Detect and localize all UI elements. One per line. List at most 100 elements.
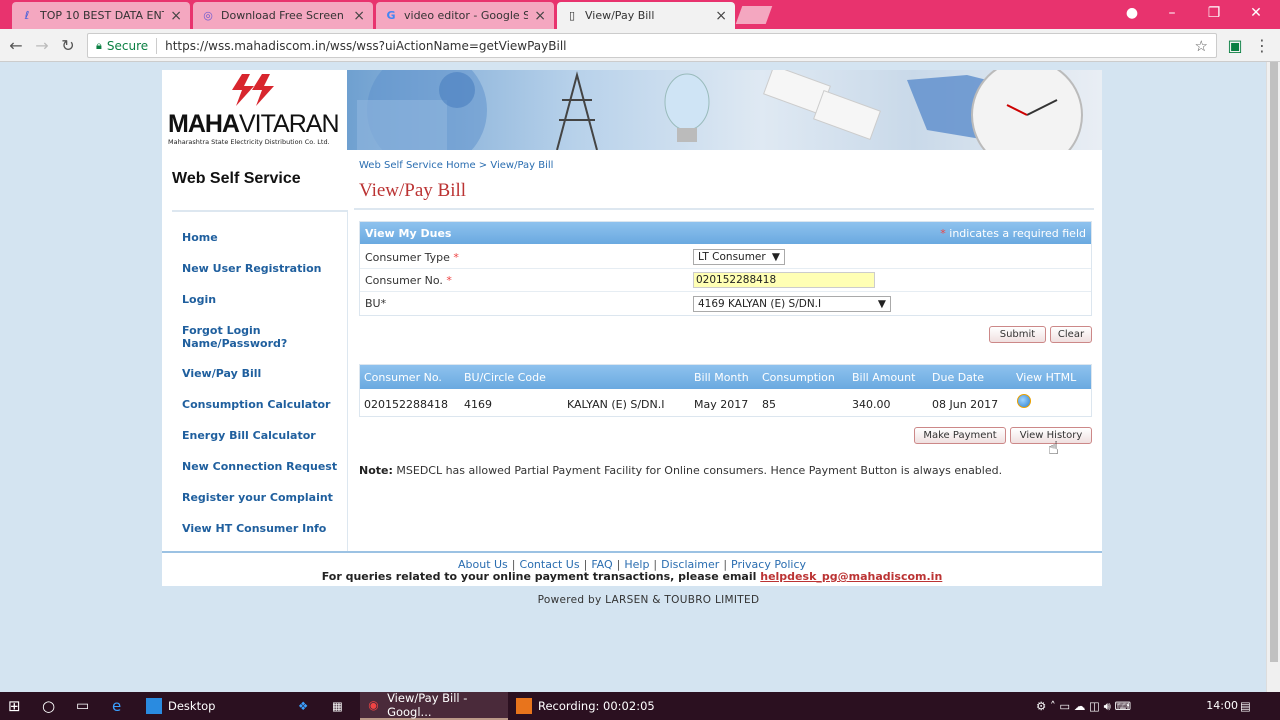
email-link[interactable]: helpdesk_pg@mahadiscom.in [760, 570, 942, 583]
tab-download[interactable]: ◎ Download Free Screen R × [193, 2, 373, 29]
col-due-date: Due Date [932, 371, 984, 384]
recorder-icon [516, 698, 532, 714]
consumer-no-label: Consumer No. * [365, 273, 452, 287]
close-window-button[interactable]: ✕ [1236, 0, 1276, 26]
desktop-icon [146, 698, 162, 714]
sidebar-item-view-pay-bill[interactable]: View/Pay Bill [182, 367, 261, 380]
cell-bill-amount: 340.00 [852, 398, 891, 411]
restore-button[interactable]: ❐ [1194, 0, 1234, 26]
page-title: View/Pay Bill [359, 180, 467, 201]
star-icon[interactable]: ☆ [1195, 37, 1208, 55]
reload-icon[interactable]: ↻ [58, 35, 78, 55]
view-my-dues-panel: View My Dues * indicates a required fiel… [359, 221, 1092, 316]
close-icon[interactable]: × [715, 8, 727, 24]
cell-bu-name: KALYAN (E) S/DN.I [567, 398, 665, 411]
bu-row: BU* 4169 KALYAN (E) S/DN.I ▼ [360, 292, 1091, 315]
sidebar-item-energy-bill-calculator[interactable]: Energy Bill Calculator [182, 429, 316, 442]
sidebar: Home New User Registration Login Forgot … [172, 210, 348, 551]
taskbar-desktop[interactable]: Desktop [140, 692, 290, 720]
scrollbar[interactable] [1266, 62, 1280, 692]
tab-title: View/Pay Bill [585, 9, 655, 22]
site-container: MAHAVITARAN Maharashtra State Electricit… [162, 70, 1102, 586]
consumer-type-select[interactable]: LT Consumer ▼ [693, 249, 785, 265]
calendar-icon[interactable]: ▦ [332, 692, 343, 720]
sidebar-item-register-complaint[interactable]: Register your Complaint [182, 491, 333, 504]
address-bar[interactable]: 🔒︎ Secure https://wss.mahadiscom.in/wss/… [87, 33, 1217, 58]
notifications-icon[interactable]: ▤ [1240, 692, 1251, 720]
user-icon[interactable]: ● [1112, 0, 1152, 26]
close-icon[interactable]: × [353, 8, 365, 24]
page-viewport: MAHAVITARAN Maharashtra State Electricit… [0, 62, 1266, 692]
task-view-icon[interactable]: ▭ [76, 692, 89, 720]
logo-text: MAHAVITARAN [168, 110, 339, 138]
cell-bu-code: 4169 [464, 398, 492, 411]
footer-query: For queries related to your online payme… [321, 570, 943, 583]
browser-tabbar: ℓ TOP 10 BEST DATA ENTR × ◎ Download Fre… [0, 0, 1280, 29]
clear-button[interactable]: Clear [1050, 326, 1092, 343]
taskbar-recording[interactable]: Recording: 00:02:05 [510, 692, 660, 720]
consumer-no-input[interactable]: 020152288418 [693, 272, 875, 288]
tab-title: video editor - Google Se [404, 9, 529, 22]
tab-viewpaybill[interactable]: ▯ View/Pay Bill × [557, 2, 735, 29]
breadcrumb[interactable]: Web Self Service Home > View/Pay Bill [359, 160, 553, 171]
taskbar: ⊞ ○ ▭ e Desktop ❖ ▦ ◉ View/Pay Bill - Goo… [0, 691, 1280, 720]
back-icon[interactable]: ← [6, 35, 26, 55]
taskbar-chrome[interactable]: ◉ View/Pay Bill - Googl... [360, 691, 508, 720]
cell-consumption: 85 [762, 398, 776, 411]
new-tab-button[interactable] [735, 6, 773, 24]
tray-icons[interactable]: ⚙ ˄ ▭ ☁ ◫ 🔊︎ ⌨ [1036, 692, 1131, 720]
web-self-service-title: Web Self Service [172, 170, 301, 187]
secure-label: Secure [106, 38, 149, 53]
sidebar-item-consumption-calculator[interactable]: Consumption Calculator [182, 398, 330, 411]
forward-icon[interactable]: → [32, 35, 52, 55]
google-icon: G [386, 9, 396, 22]
tab-google[interactable]: G video editor - Google Se × [376, 2, 554, 29]
menu-icon[interactable]: ⋮ [1252, 35, 1272, 55]
windows-start-icon[interactable]: ⊞ [8, 692, 21, 720]
consumer-type-row: Consumer Type * LT Consumer ▼ [360, 246, 1091, 269]
header-banner [347, 70, 1102, 150]
ie-icon[interactable] [1017, 394, 1031, 408]
bu-select[interactable]: 4169 KALYAN (E) S/DN.I ▼ [693, 295, 891, 312]
consumer-no-row: Consumer No. * 020152288418 [360, 269, 1091, 292]
divider [156, 37, 158, 54]
tab-top10[interactable]: ℓ TOP 10 BEST DATA ENTR × [12, 2, 190, 29]
submit-button[interactable]: Submit [989, 326, 1046, 343]
lock-icon: 🔒︎ [96, 38, 102, 52]
tab-favicon-icon: ℓ [24, 9, 30, 22]
browser-toolbar: ← → ↻ 🔒︎ Secure https://wss.mahadiscom.i… [0, 29, 1280, 62]
col-view-html: View HTML [1016, 371, 1077, 384]
divider [354, 208, 1094, 210]
hand-cursor-icon: ☝ [1048, 438, 1059, 459]
dropdown-arrow-icon: ▼ [877, 297, 886, 310]
panel-header: View My Dues * indicates a required fiel… [360, 222, 1091, 244]
dropbox-icon[interactable]: ❖ [298, 692, 308, 720]
col-bu-circle-code: BU/Circle Code [464, 371, 546, 384]
close-icon[interactable]: × [534, 8, 546, 24]
consumer-type-label: Consumer Type * [365, 250, 459, 264]
edge-icon[interactable]: e [112, 692, 121, 720]
make-payment-button[interactable]: Make Payment [914, 427, 1006, 444]
powered-by: Powered by LARSEN & TOUBRO LIMITED [537, 594, 760, 606]
panel-title: View My Dues [365, 226, 452, 240]
sidebar-item-forgot-login[interactable]: Forgot Login Name/Password? [182, 324, 312, 350]
col-bill-month: Bill Month [694, 371, 749, 384]
sidebar-item-new-connection-request[interactable]: New Connection Request [182, 460, 337, 473]
cell-consumer-no: 020152288418 [364, 398, 448, 411]
sidebar-item-home[interactable]: Home [182, 231, 218, 244]
extension-icon[interactable]: ▣ [1225, 35, 1245, 55]
minimize-button[interactable]: – [1152, 0, 1192, 26]
bill-table: Consumer No. BU/Circle Code Bill Month C… [359, 364, 1092, 417]
sidebar-item-new-user-registration[interactable]: New User Registration [182, 262, 322, 275]
col-consumer-no: Consumer No. [364, 371, 442, 384]
logo: MAHAVITARAN Maharashtra State Electricit… [162, 70, 347, 150]
cortana-icon[interactable]: ○ [42, 692, 55, 720]
scrollbar-thumb[interactable] [1270, 62, 1278, 662]
footer-divider [162, 551, 1102, 553]
sidebar-item-login[interactable]: Login [182, 293, 216, 306]
close-icon[interactable]: × [170, 8, 182, 24]
dropdown-arrow-icon: ▼ [771, 251, 780, 263]
sidebar-item-view-ht-consumer-info[interactable]: View HT Consumer Info [182, 522, 326, 535]
clock[interactable]: 14:00 [1206, 699, 1238, 712]
tab-title: Download Free Screen R [221, 9, 348, 22]
